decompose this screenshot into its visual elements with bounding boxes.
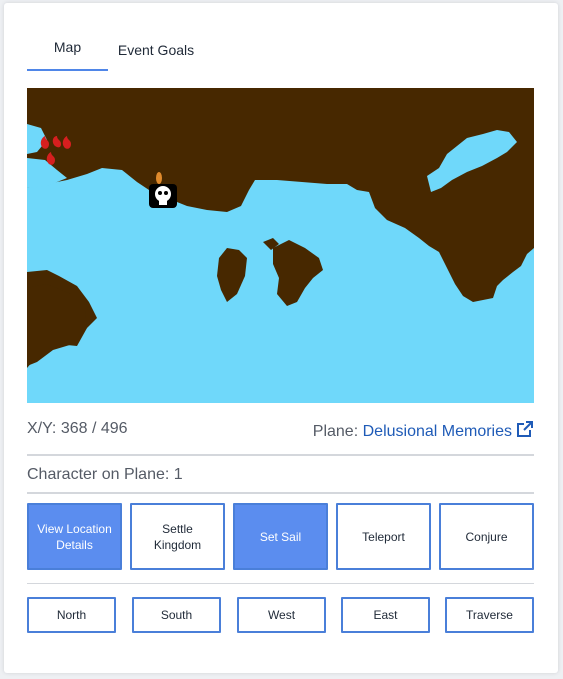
tab-map[interactable]: Map bbox=[27, 29, 108, 71]
map-canvas bbox=[27, 88, 534, 403]
characters-on-plane: Character on Plane: 1 bbox=[27, 466, 183, 483]
xy-label: X/Y: bbox=[27, 420, 57, 437]
teleport-button[interactable]: Teleport bbox=[336, 503, 431, 570]
divider bbox=[27, 492, 534, 494]
divider bbox=[27, 583, 534, 584]
east-button[interactable]: East bbox=[341, 597, 430, 633]
south-button[interactable]: South bbox=[132, 597, 221, 633]
west-button[interactable]: West bbox=[237, 597, 326, 633]
divider bbox=[27, 454, 534, 456]
traverse-button[interactable]: Traverse bbox=[445, 597, 534, 633]
red-flame-icon[interactable] bbox=[37, 136, 73, 168]
settle-kingdom-button[interactable]: Settle Kingdom bbox=[130, 503, 225, 570]
xy-value: 368 / 496 bbox=[60, 420, 128, 437]
plane-label: Plane: bbox=[312, 423, 359, 440]
view-location-details-button[interactable]: View Location Details bbox=[27, 503, 122, 570]
plane-info: Plane: Delusional Memories bbox=[313, 420, 534, 441]
set-sail-button[interactable]: Set Sail bbox=[233, 503, 328, 570]
game-map[interactable] bbox=[27, 88, 534, 403]
plane-name[interactable]: Delusional Memories bbox=[363, 423, 512, 440]
north-button[interactable]: North bbox=[27, 597, 116, 633]
location-info: X/Y: 368 / 496 Plane: Delusional Memorie… bbox=[27, 420, 534, 441]
tab-event-goals[interactable]: Event Goals bbox=[112, 32, 200, 72]
map-card: Map Event Goals X/Y: 368 / 496 Plane: De… bbox=[4, 3, 558, 673]
plane-link[interactable]: Delusional Memories bbox=[363, 420, 534, 440]
skull-icon[interactable] bbox=[147, 172, 179, 212]
conjure-button[interactable]: Conjure bbox=[439, 503, 534, 570]
tab-bar: Map Event Goals bbox=[27, 29, 534, 71]
external-link-icon[interactable] bbox=[516, 420, 534, 438]
